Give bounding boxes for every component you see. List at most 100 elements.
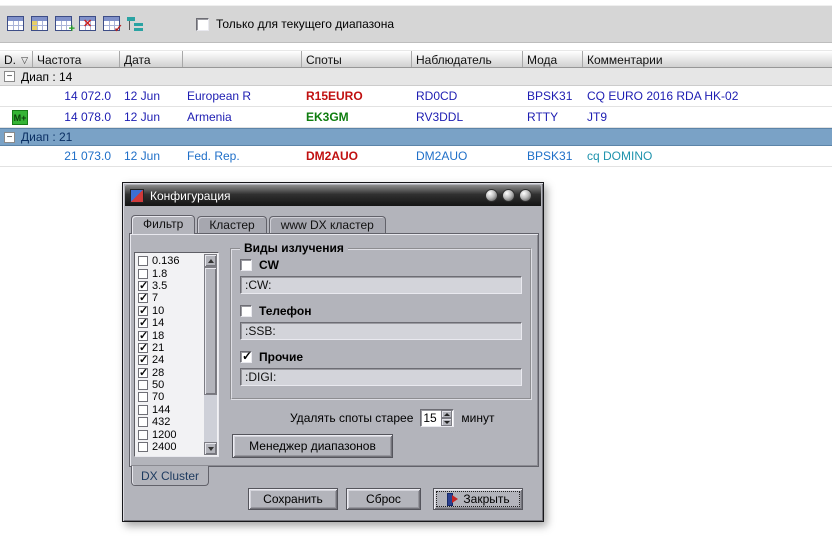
spinner-down-icon[interactable] bbox=[441, 418, 452, 426]
band-item[interactable]: 18 bbox=[138, 329, 202, 341]
band-item[interactable]: 70 bbox=[138, 391, 202, 403]
cw-checkbox-row[interactable]: CW bbox=[240, 258, 279, 272]
minimize-button[interactable] bbox=[485, 189, 498, 202]
header-label: Мода bbox=[527, 53, 557, 67]
dialog-titlebar[interactable]: Конфигурация bbox=[125, 185, 541, 206]
band-checkbox[interactable] bbox=[138, 368, 148, 378]
band-item[interactable]: 144 bbox=[138, 404, 202, 416]
scroll-up-icon[interactable] bbox=[204, 254, 217, 267]
other-checkbox[interactable] bbox=[240, 351, 252, 363]
band-checkbox[interactable] bbox=[138, 380, 148, 390]
band-item[interactable]: 1.8 bbox=[138, 267, 202, 279]
band-item[interactable]: 0.136 bbox=[138, 255, 202, 267]
band-checkbox[interactable] bbox=[138, 331, 148, 341]
phone-filter-input[interactable] bbox=[240, 322, 522, 340]
spot-row[interactable]: M+ 14 078.0 12 Jun Armenia EK3GM RV3DDL … bbox=[0, 107, 832, 128]
spinner-up-icon[interactable] bbox=[441, 410, 452, 418]
table-columns-icon[interactable] bbox=[31, 16, 48, 31]
other-filter-input[interactable] bbox=[240, 368, 522, 386]
table-add-icon[interactable] bbox=[55, 16, 72, 31]
band-checkbox[interactable] bbox=[138, 318, 148, 328]
tab-dx-cluster[interactable]: DX Cluster bbox=[131, 466, 209, 486]
tab-filter[interactable]: Фильтр bbox=[131, 215, 195, 234]
band-checkbox[interactable] bbox=[138, 392, 148, 402]
close-button[interactable]: Закрыть bbox=[433, 488, 523, 510]
band-checkbox[interactable] bbox=[138, 293, 148, 303]
band-checkbox[interactable] bbox=[138, 256, 148, 266]
band-label: 50 bbox=[152, 379, 164, 391]
column-header-comments[interactable]: Комментарии bbox=[583, 51, 832, 67]
group-row-band-14[interactable]: − Диап : 14 bbox=[0, 68, 832, 86]
band-item[interactable]: 7 bbox=[138, 292, 202, 304]
current-band-checkbox[interactable] bbox=[196, 18, 209, 31]
cw-checkbox[interactable] bbox=[240, 259, 252, 271]
band-checkbox[interactable] bbox=[138, 430, 148, 440]
band-checkbox[interactable] bbox=[138, 417, 148, 427]
phone-checkbox[interactable] bbox=[240, 305, 252, 317]
tree-list-icon[interactable] bbox=[127, 16, 144, 31]
column-header-date[interactable]: Дата bbox=[120, 51, 183, 67]
column-header-observer[interactable]: Наблюдатель bbox=[412, 51, 523, 67]
maximize-button[interactable] bbox=[502, 189, 515, 202]
column-header-spots[interactable]: Споты bbox=[302, 51, 412, 67]
other-checkbox-row[interactable]: Прочие bbox=[240, 350, 303, 364]
band-item[interactable]: 432 bbox=[138, 416, 202, 428]
band-label: 24 bbox=[152, 354, 164, 366]
band-item[interactable]: 50 bbox=[138, 379, 202, 391]
band-manager-button[interactable]: Менеджер диапазонов bbox=[232, 434, 393, 458]
sort-indicator-icon: ▽ bbox=[21, 55, 28, 66]
band-item[interactable]: 10 bbox=[138, 305, 202, 317]
current-band-filter: Только для текущего диапазона bbox=[196, 17, 394, 31]
app-icon bbox=[130, 189, 144, 203]
filter-tab-panel: 0.136 1.8 3.5 7 10 14 18 21 24 28 50 70 … bbox=[129, 233, 539, 467]
table-icon[interactable] bbox=[7, 16, 24, 31]
band-list-scrollbar[interactable] bbox=[204, 254, 217, 455]
spot-row[interactable]: 14 072.0 12 Jun European R R15EURO RD0CD… bbox=[0, 86, 832, 107]
table-delete-icon[interactable] bbox=[79, 16, 96, 31]
band-item[interactable]: 3.5 bbox=[138, 280, 202, 292]
scroll-thumb[interactable] bbox=[204, 267, 217, 395]
band-item[interactable]: 21 bbox=[138, 342, 202, 354]
band-checkbox[interactable] bbox=[138, 442, 148, 452]
phone-checkbox-row[interactable]: Телефон bbox=[240, 304, 311, 318]
current-band-checkbox-label: Только для текущего диапазона bbox=[216, 17, 394, 31]
group-row-band-21[interactable]: − Диап : 21 bbox=[0, 128, 832, 146]
spot-row[interactable]: 21 073.0 12 Jun Fed. Rep. DM2AUO DM2AUO … bbox=[0, 146, 832, 167]
date-cell: 12 Jun bbox=[120, 89, 183, 103]
spot-callsign-cell: DM2AUO bbox=[302, 149, 412, 163]
band-label: 0.136 bbox=[152, 255, 180, 267]
band-checkbox[interactable] bbox=[138, 405, 148, 415]
cw-filter-input[interactable] bbox=[240, 276, 522, 294]
column-header-frequency[interactable]: Частота bbox=[33, 51, 120, 67]
dialog-tabs: Фильтр Кластер www DX кластер bbox=[131, 215, 388, 233]
table-check-icon[interactable] bbox=[103, 16, 120, 31]
close-button-label: Закрыть bbox=[463, 492, 509, 506]
band-item[interactable]: 28 bbox=[138, 367, 202, 379]
scroll-down-icon[interactable] bbox=[204, 442, 217, 455]
collapse-icon[interactable]: − bbox=[4, 71, 15, 82]
band-item[interactable]: 24 bbox=[138, 354, 202, 366]
spot-age-input[interactable] bbox=[423, 410, 441, 426]
band-checkbox[interactable] bbox=[138, 281, 148, 291]
band-item[interactable]: 14 bbox=[138, 317, 202, 329]
collapse-icon[interactable]: − bbox=[4, 132, 15, 143]
band-checkbox[interactable] bbox=[138, 269, 148, 279]
band-checkbox[interactable] bbox=[138, 355, 148, 365]
tab-cluster[interactable]: Кластер bbox=[197, 216, 266, 233]
band-checkbox[interactable] bbox=[138, 306, 148, 316]
tab-www-dx-cluster[interactable]: www DX кластер bbox=[269, 216, 386, 233]
save-button[interactable]: Сохранить bbox=[248, 488, 338, 510]
column-header-country[interactable] bbox=[183, 51, 302, 67]
date-cell: 12 Jun bbox=[120, 110, 183, 124]
column-header-mode[interactable]: Мода bbox=[523, 51, 583, 67]
spot-age-unit-label: минут bbox=[461, 411, 494, 425]
phone-label: Телефон bbox=[259, 304, 311, 318]
close-window-button[interactable] bbox=[519, 189, 532, 202]
reset-button[interactable]: Сброс bbox=[346, 488, 421, 510]
table-header-row: D. ▽ Частота Дата Споты Наблюдатель Мода… bbox=[0, 50, 832, 68]
header-label: Комментарии bbox=[587, 53, 663, 67]
band-checkbox[interactable] bbox=[138, 343, 148, 353]
band-item[interactable]: 1200 bbox=[138, 428, 202, 440]
column-header-flag[interactable]: D. ▽ bbox=[0, 51, 33, 67]
band-item[interactable]: 2400 bbox=[138, 441, 202, 453]
